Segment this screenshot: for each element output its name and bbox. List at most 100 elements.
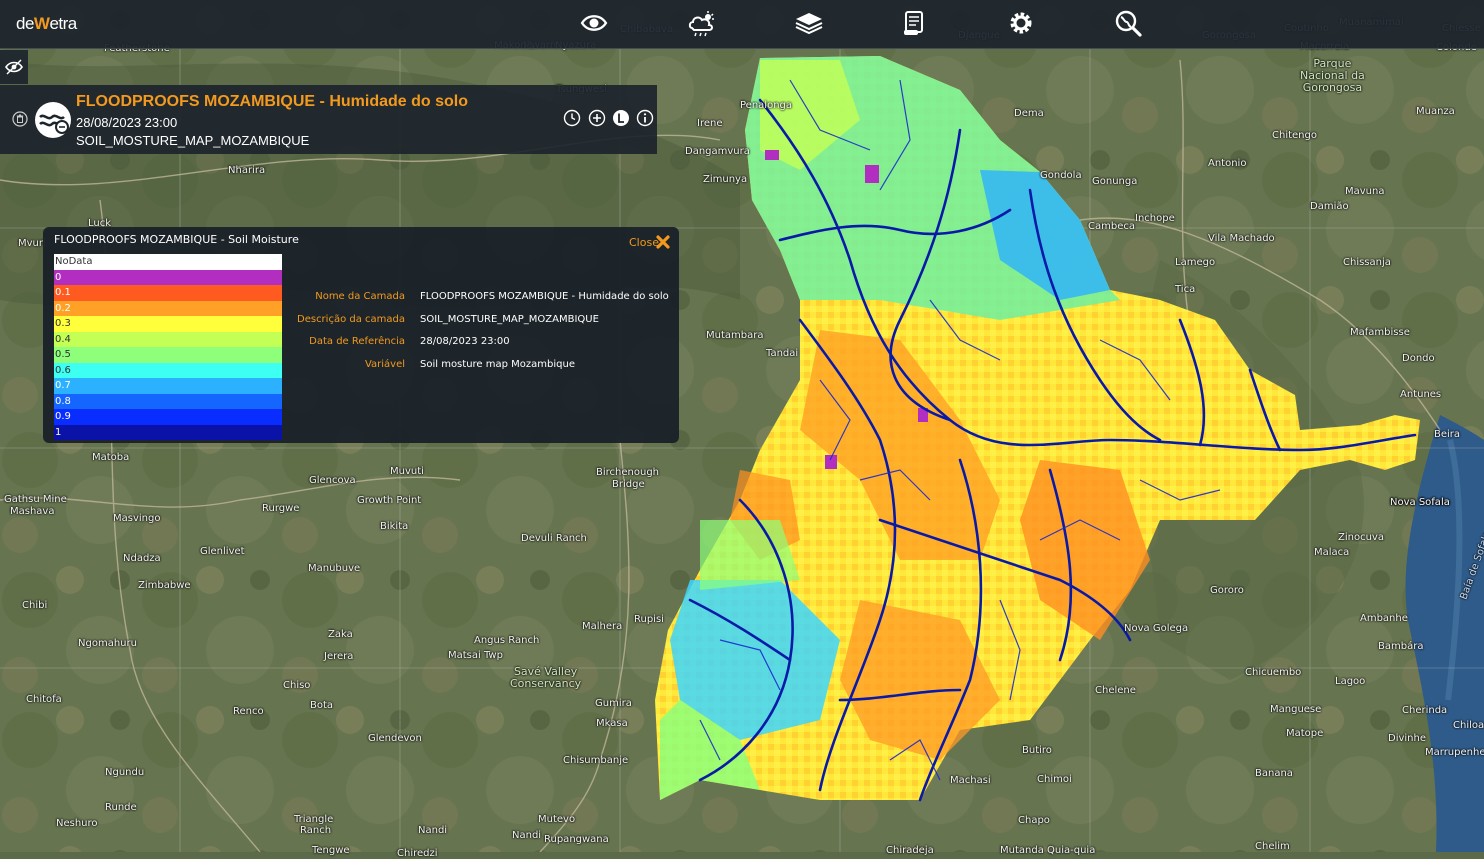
globe-search-icon[interactable] [1112,8,1144,38]
color-ramp: NoData 0 0.1 0.2 0.3 0.4 0.5 0.6 0.7 0.8 0.9 1 [54,254,282,440]
place-label: Dondo [1402,353,1435,364]
top-toolbar: deWetra [0,0,1484,49]
info-key: Variável [364,358,405,370]
place-label: Bridge [612,479,645,490]
eye-icon[interactable] [578,8,610,38]
app-logo[interactable]: deWetra [16,14,77,34]
place-label: Ndadza [123,553,161,564]
place-label: Muanza [1416,106,1455,117]
place-label: Chapo [1018,815,1050,826]
place-label: Ngomahuru [78,638,137,649]
place-label: Zimunya [703,174,748,185]
gear-icon[interactable] [1005,8,1037,38]
place-label: Chiloane [1453,720,1484,731]
place-label: Manubuve [308,563,361,574]
place-label: Manguese [1270,704,1322,715]
place-label: Dema [1014,108,1044,119]
place-label: Ambanhe [1360,613,1408,624]
place-label: Divinhe [1388,733,1427,744]
flood-layer-icon [35,102,71,138]
place-label: Neshuro [56,818,98,829]
place-label: Nandi [512,830,542,841]
legend-class: 0.7 [54,378,282,394]
layer-title: FLOODPROOFS MOZAMBIQUE - Humidade do sol… [76,93,468,110]
legend-panel: FLOODPROOFS MOZAMBIQUE - Soil Moisture C… [43,227,679,443]
place-label: Gumira [595,698,632,709]
zoom-in-icon[interactable] [588,109,606,127]
place-label: Gondola [1040,170,1082,181]
place-label: Malaca [1314,547,1350,558]
info-value: FLOODPROOFS MOZAMBIQUE - Humidade do sol… [420,291,669,302]
place-label: Chimoi [1037,774,1072,785]
place-label: Chibi [22,600,48,611]
place-label: Beira [1434,429,1461,440]
place-label: Penalonga [740,100,793,111]
place-label: Rurgwe [262,503,300,514]
place-label: Dangamvura [685,146,750,157]
place-label: Ranch [300,825,332,836]
info-key: Nome da Camada [315,291,405,302]
trash-icon[interactable] [12,111,28,127]
place-label: Muvuti [390,466,424,477]
place-label: Triangle [294,814,334,825]
legend-class: 0.8 [54,393,282,409]
timeline-clock-icon[interactable] [563,109,581,127]
layer-id: SOIL_MOSTURE_MAP_MOZAMBIQUE [76,133,310,148]
place-label: Lamego [1175,257,1216,268]
place-label: Matsai Twp [448,650,503,661]
place-label: Antonio [1208,158,1247,169]
place-label: Cherinda [1402,705,1448,716]
place-label: Gonunga [1092,176,1138,187]
place-label: Banana [1255,768,1293,779]
scroll-icon[interactable] [898,8,930,38]
weather-icon[interactable] [686,8,718,38]
legend-class: 0.9 [54,409,282,425]
place-label: Antunes [1400,389,1442,400]
place-label: Gororo [1210,585,1244,596]
place-label: Birchenough [596,467,659,478]
place-label: Nandi [418,825,448,836]
place-label: Rupisi [634,614,664,625]
place-label: Mutevo [538,814,576,825]
legend-class: 0 [54,269,282,285]
place-label: Chitengo [1272,130,1317,141]
active-layer-card: FLOODPROOFS MOZAMBIQUE - Humidade do sol… [0,85,657,154]
info-key: Descrição da camada [297,313,405,325]
place-label: Chiso [283,680,311,691]
close-icon[interactable] [655,234,671,250]
place-label: Mutambara [706,330,764,341]
place-label: Nova Golega [1124,623,1189,634]
place-label: Irene [697,118,723,129]
place-label: Renco [233,706,264,717]
place-label: Chitofa [26,694,62,705]
place-label: Matope [1286,728,1324,739]
place-label: Chelim [1255,841,1290,852]
place-label: Ngundu [105,767,145,778]
place-label: Masvingo [113,513,161,524]
legend-class: 1 [54,424,282,440]
place-label: Jerera [324,651,354,662]
place-label: Bambára [1378,641,1424,652]
info-icon[interactable] [636,109,654,127]
place-label: Damião [1310,201,1349,212]
place-label: Lagoo [1335,676,1366,687]
place-label: Mavuna [1345,186,1385,197]
place-label: Tandai [766,348,799,359]
layers-icon[interactable] [793,8,825,38]
place-label: Zimbabwe [138,580,191,591]
info-value: 28/08/2023 23:00 [420,336,510,347]
place-label: Vila Machado [1208,233,1275,244]
place-label: Bikita [380,521,409,532]
eye-slash-icon [5,59,23,75]
place-label: Runde [105,802,137,813]
place-label: Glendevon [368,733,422,744]
place-label: Zaka [328,629,353,640]
place-label: Zinocuva [1338,532,1384,543]
place-label: Bota [310,700,334,711]
place-label: Nharira [228,165,266,176]
legend-toggle-icon[interactable] [612,109,630,127]
place-label: Chelene [1095,685,1136,696]
toggle-layers-visibility-button[interactable] [0,50,28,84]
place-label: Angus Ranch [474,635,540,646]
place-label: Nova Sofala [1390,497,1450,508]
